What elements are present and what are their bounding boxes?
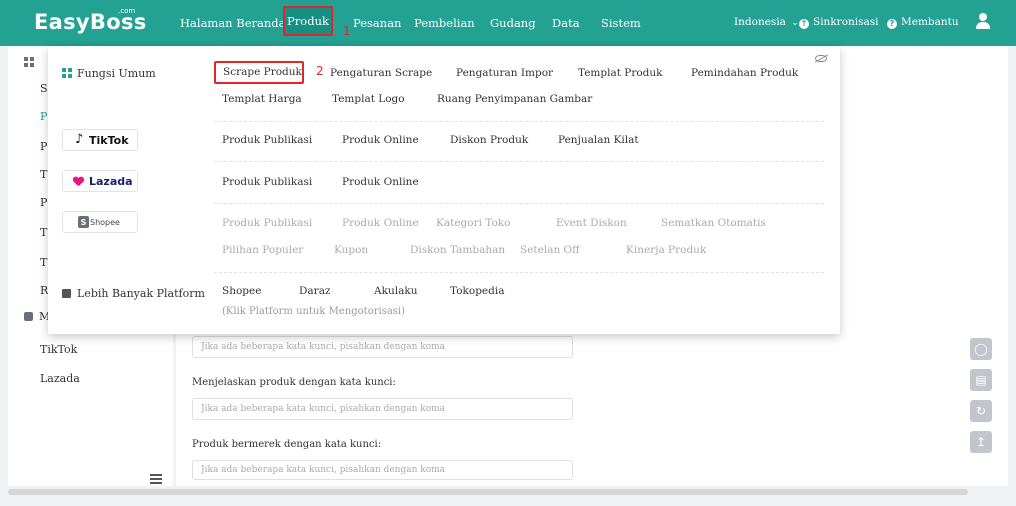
- language-selector[interactable]: Indonesia ⌄: [734, 16, 799, 28]
- sync-label: Sinkronisasi: [813, 16, 879, 28]
- document-icon[interactable]: ▤: [970, 369, 992, 391]
- cloud-upload-icon: ↑: [799, 19, 809, 29]
- language-label: Indonesia: [734, 16, 786, 28]
- sidebar-section-icon: [24, 56, 34, 67]
- sync-button[interactable]: ↑ Sinkronisasi: [799, 16, 879, 29]
- templat-produk-link[interactable]: Templat Produk: [578, 67, 663, 79]
- shopee-setelan-off-link[interactable]: Setelan Off: [520, 244, 580, 256]
- nav-pembelian[interactable]: Pembelian: [414, 16, 475, 30]
- sidebar-item-lazada[interactable]: Lazada: [40, 372, 80, 385]
- platform-daraz-link[interactable]: Daraz: [299, 285, 331, 297]
- shopee-kinerja-produk-link[interactable]: Kinerja Produk: [626, 244, 706, 256]
- nav-sistem[interactable]: Sistem: [601, 16, 641, 30]
- produk-dropdown-menu: Fungsi Umum Scrape Produk 2 Pengaturan S…: [48, 46, 840, 334]
- scrape-produk-link[interactable]: Scrape Produk: [214, 61, 304, 84]
- lazada-badge: Lazada: [62, 170, 138, 192]
- grid-icon: [24, 57, 34, 67]
- question-icon: ?: [887, 19, 897, 29]
- divider: [214, 203, 824, 204]
- shopee-produk-online-link[interactable]: Produk Online: [342, 217, 419, 229]
- lazada-badge-label: Lazada: [89, 175, 133, 188]
- user-avatar-icon[interactable]: [975, 12, 991, 32]
- shopee-kupon-link[interactable]: Kupon: [334, 244, 368, 256]
- lazada-produk-publikasi-link[interactable]: Produk Publikasi: [222, 176, 312, 188]
- grid-icon: [62, 68, 72, 78]
- platform-akulaku-link[interactable]: Akulaku: [374, 285, 417, 297]
- sidebar-item-partial[interactable]: S: [40, 82, 48, 95]
- store-icon: [62, 289, 71, 298]
- pengaturan-impor-link[interactable]: Pengaturan Impor: [456, 67, 553, 79]
- category-more-platforms-label: Lebih Banyak Platform: [77, 287, 205, 300]
- templat-harga-link[interactable]: Templat Harga: [222, 93, 302, 105]
- lazada-heart-icon: [73, 177, 84, 186]
- sidebar-section-header[interactable]: M: [24, 310, 50, 323]
- cube-icon: [24, 312, 33, 321]
- top-navigation-bar: EasyBoss .com Halaman Beranda Produk 1 P…: [0, 0, 1016, 46]
- shopee-produk-publikasi-link[interactable]: Produk Publikasi: [222, 217, 312, 229]
- refresh-icon[interactable]: ↻: [970, 400, 992, 422]
- sidebar-item-partial[interactable]: T: [40, 226, 47, 239]
- platform-shopee-link[interactable]: Shopee: [222, 285, 261, 297]
- describe-keywords-input[interactable]: [192, 398, 573, 420]
- shopee-event-diskon-link[interactable]: Event Diskon: [556, 217, 627, 229]
- nav-pesanan[interactable]: Pesanan: [353, 16, 401, 30]
- shopee-sematkan-otomatis-link[interactable]: Sematkan Otomatis: [661, 217, 766, 229]
- tiktok-badge-label: TikTok: [89, 134, 129, 147]
- shopee-badge: S Shopee: [62, 211, 138, 233]
- pemindahan-produk-link[interactable]: Pemindahan Produk: [691, 67, 798, 79]
- annotation-marker-1: 1: [343, 24, 351, 38]
- chevron-down-icon: ⌄: [791, 18, 799, 28]
- sidebar-item-partial[interactable]: P: [40, 140, 47, 153]
- shopee-pilihan-populer-link[interactable]: Pilihan Populer: [222, 244, 303, 256]
- category-general-label: Fungsi Umum: [77, 67, 156, 80]
- tiktok-logo-icon: ♪: [75, 132, 84, 147]
- category-more-platforms: Lebih Banyak Platform: [62, 287, 205, 300]
- authorize-hint: (Klik Platform untuk Mengotorisasi): [222, 306, 406, 317]
- divider: [214, 161, 824, 162]
- sidebar-item-partial[interactable]: T: [40, 256, 47, 269]
- nav-data[interactable]: Data: [552, 16, 580, 30]
- ruang-penyimpanan-gambar-link[interactable]: Ruang Penyimpanan Gambar: [437, 93, 592, 105]
- divider: [214, 121, 824, 122]
- keyword-input-1[interactable]: [192, 336, 573, 358]
- shopee-kategori-toko-link[interactable]: Kategori Toko: [436, 217, 511, 229]
- tiktok-penjualan-kilat-link[interactable]: Penjualan Kilat: [558, 134, 639, 146]
- help-label: Membantu: [901, 16, 959, 28]
- help-button[interactable]: ? Membantu: [887, 16, 959, 29]
- templat-logo-link[interactable]: Templat Logo: [332, 93, 405, 105]
- tiktok-diskon-produk-link[interactable]: Diskon Produk: [450, 134, 528, 146]
- category-general: Fungsi Umum: [62, 67, 156, 80]
- tiktok-produk-online-link[interactable]: Produk Online: [342, 134, 419, 146]
- divider: [214, 272, 824, 273]
- tiktok-produk-publikasi-link[interactable]: Produk Publikasi: [222, 134, 312, 146]
- eye-off-icon[interactable]: [815, 55, 827, 62]
- shopee-badge-label: Shopee: [90, 218, 120, 227]
- annotation-marker-2: 2: [316, 64, 324, 78]
- logo-domain-suffix: .com: [118, 7, 136, 15]
- nav-beranda[interactable]: Halaman Beranda: [180, 16, 285, 30]
- lazada-produk-online-link[interactable]: Produk Online: [342, 176, 419, 188]
- nav-produk[interactable]: Produk: [283, 6, 333, 36]
- nav-gudang[interactable]: Gudang: [490, 16, 536, 30]
- describe-keywords-label: Menjelaskan produk dengan kata kunci:: [192, 377, 396, 388]
- shopee-bag-icon: S: [78, 216, 89, 228]
- sidebar-item-partial[interactable]: P: [40, 196, 47, 209]
- shopee-diskon-tambahan-link[interactable]: Diskon Tambahan: [410, 244, 505, 256]
- pengaturan-scrape-link[interactable]: Pengaturan Scrape: [330, 67, 432, 79]
- customer-service-icon[interactable]: ◯: [970, 338, 992, 360]
- upload-icon[interactable]: ↥: [970, 431, 992, 453]
- brand-keywords-label: Produk bermerek dengan kata kunci:: [192, 439, 382, 450]
- platform-tokopedia-link[interactable]: Tokopedia: [450, 285, 504, 297]
- sidebar-item-partial[interactable]: T: [40, 168, 47, 181]
- sidebar-item-partial-active[interactable]: P: [40, 110, 47, 123]
- collapse-menu-icon[interactable]: [150, 474, 162, 484]
- tiktok-badge: ♪ TikTok: [62, 129, 138, 151]
- sidebar-item-tiktok[interactable]: TikTok: [40, 343, 77, 356]
- horizontal-scrollbar[interactable]: [8, 489, 968, 495]
- brand-keywords-input[interactable]: [192, 460, 573, 480]
